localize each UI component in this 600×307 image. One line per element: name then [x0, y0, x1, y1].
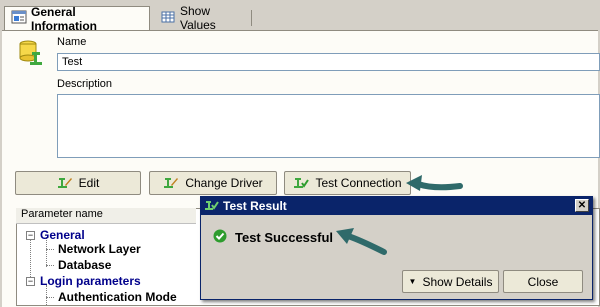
- dialog-title: Test Result: [223, 199, 287, 213]
- change-driver-button[interactable]: Change Driver: [149, 171, 277, 195]
- collapse-icon[interactable]: −: [26, 276, 35, 286]
- edit-connection-icon: [57, 175, 73, 192]
- parameter-name-header[interactable]: Parameter name: [16, 208, 196, 224]
- tab-label: General Information: [31, 4, 97, 33]
- tree-node-label: Database: [58, 258, 112, 272]
- name-label: Name: [57, 36, 87, 48]
- connection-icon: [18, 38, 46, 71]
- success-check-icon: [213, 229, 227, 246]
- tree-node-label: Login parameters: [40, 274, 141, 288]
- test-connection-button-label: Test Connection: [315, 176, 402, 190]
- test-connection-icon: [293, 175, 310, 192]
- tree-node-database[interactable]: Database: [46, 258, 111, 272]
- tree-node-authentication-mode[interactable]: Authentication Mode: [46, 290, 177, 304]
- test-connection-icon: [205, 199, 219, 214]
- show-details-button-label: Show Details: [422, 274, 493, 289]
- test-connection-button[interactable]: Test Connection: [284, 171, 411, 195]
- edit-button-label: Edit: [78, 176, 100, 190]
- show-details-button[interactable]: ▼ Show Details: [402, 270, 499, 293]
- tab-general-information[interactable]: General Information: [4, 4, 150, 33]
- close-button[interactable]: Close: [503, 270, 583, 293]
- edit-button[interactable]: Edit: [15, 171, 141, 195]
- tree-node-label: General: [40, 228, 85, 242]
- tree-guide-line: [30, 237, 31, 279]
- tab-bar: General Information Show Values: [0, 0, 600, 33]
- result-message: Test Successful: [213, 229, 333, 246]
- tree-node-network-layer[interactable]: Network Layer: [46, 242, 141, 256]
- tree-node-label: Authentication Mode: [58, 290, 177, 304]
- change-driver-button-label: Change Driver: [185, 176, 263, 190]
- tree-connector: [46, 248, 54, 250]
- dropdown-arrow-icon: ▼: [408, 277, 417, 286]
- collapse-icon[interactable]: −: [26, 230, 35, 240]
- info-tab-icon: [11, 10, 27, 27]
- tree-connector: [46, 264, 54, 266]
- parameter-name-header-label: Parameter name: [21, 208, 103, 220]
- close-icon[interactable]: ✕: [575, 199, 589, 212]
- test-result-dialog: Test Result ✕ Test Successful ▼ Show Det…: [200, 196, 593, 300]
- tab-separator: [251, 10, 252, 26]
- tree-node-general[interactable]: − General: [26, 228, 85, 242]
- tree-connector: [46, 296, 54, 298]
- tab-show-values[interactable]: Show Values: [154, 4, 250, 32]
- result-message-text: Test Successful: [235, 230, 334, 245]
- name-field-value: Test: [62, 56, 83, 68]
- description-field[interactable]: [57, 94, 600, 158]
- name-field[interactable]: Test: [57, 53, 600, 71]
- description-label: Description: [57, 78, 113, 90]
- tree-node-label: Network Layer: [58, 242, 141, 256]
- tree-node-login-parameters[interactable]: − Login parameters: [26, 274, 141, 288]
- dialog-title-bar[interactable]: Test Result: [201, 197, 592, 215]
- close-button-label: Close: [527, 274, 559, 289]
- change-driver-icon: [163, 175, 179, 192]
- table-grid-icon: [160, 10, 176, 27]
- tab-label: Show Values: [180, 4, 216, 32]
